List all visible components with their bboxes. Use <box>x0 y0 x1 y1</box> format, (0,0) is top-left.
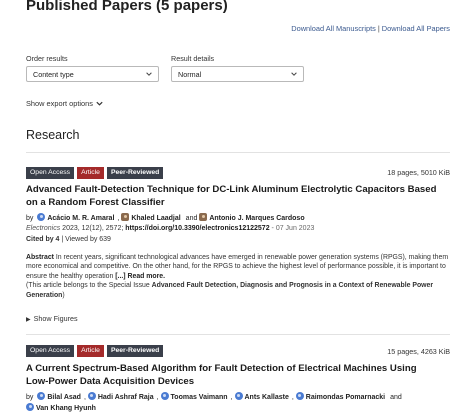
open-access-badge: Open Access <box>26 167 75 179</box>
cited-by-link[interactable]: Cited by 4 <box>26 236 59 243</box>
order-results-label: Order results <box>26 54 68 63</box>
author-profile-icon <box>234 392 243 400</box>
peer-reviewed-badge: Peer-Reviewed <box>106 167 164 179</box>
divider <box>26 152 450 153</box>
show-export-options-toggle[interactable]: Show export options <box>26 99 104 108</box>
author-link[interactable]: Bilal Asad <box>47 394 81 401</box>
chevron-down-icon <box>290 70 298 80</box>
author-photo-icon <box>121 213 130 221</box>
result-details-value: Normal <box>178 70 202 79</box>
read-more-link[interactable]: [...] Read more. <box>115 273 165 280</box>
order-results-select[interactable]: Content type <box>26 66 159 82</box>
paper-abstract: Abstract In recent years, significant te… <box>26 253 454 300</box>
special-issue-prefix: (This article belongs to the Special Iss… <box>26 282 152 290</box>
show-figures-toggle[interactable]: ▶ Show Figures <box>26 314 78 323</box>
special-issue-suffix: ) <box>62 291 65 299</box>
paper-citation-line: Cited by 4 | Viewed by 639 <box>26 236 111 243</box>
paper-title-line: Low-Power Data Acquisition Devices <box>26 375 195 387</box>
author-link[interactable]: Van Khang Hyunh <box>36 405 96 412</box>
paper-title-link[interactable]: Advanced Fault-Detection Technique for D… <box>26 184 452 210</box>
show-figures-label: Show Figures <box>33 314 78 323</box>
author-link[interactable]: Acácio M. R. Amaral <box>47 215 114 222</box>
author-link[interactable]: Antonio J. Marques Cardoso <box>209 215 304 222</box>
author-profile-icon <box>37 392 46 400</box>
abstract-label: Abstract <box>26 254 54 261</box>
open-access-badge: Open Access <box>26 345 75 357</box>
paper-title-line: A Current Spectrum-Based Algorithm for F… <box>26 363 417 374</box>
paper-badges: Open Access Article Peer-Reviewed <box>26 167 164 179</box>
divider <box>26 334 450 335</box>
paper-size-meta: 18 pages, 5010 KiB <box>387 168 450 177</box>
download-links: Download All Manuscripts | Download All Pa… <box>291 24 450 33</box>
author-link[interactable]: Ants Kallaste <box>245 394 289 401</box>
journal-name: Electronics <box>26 225 61 232</box>
viewed-count: | Viewed by 639 <box>59 236 111 243</box>
peer-reviewed-badge: Peer-Reviewed <box>106 345 164 357</box>
section-title-research: Research <box>26 128 80 142</box>
author-profile-icon <box>87 392 96 400</box>
published-papers-page: Published Papers (5 papers) Download All… <box>0 0 474 414</box>
chevron-down-icon <box>145 70 153 80</box>
order-results-value: Content type <box>33 70 74 79</box>
paper-title-line: on a Random Forest Classifier <box>26 196 165 208</box>
paper-authors: by Acácio M. R. Amaral, Khaled Laadjal a… <box>26 213 305 222</box>
author-link[interactable]: Hadi Ashraf Raja <box>98 394 154 401</box>
result-details-select[interactable]: Normal <box>171 66 304 82</box>
paper-badges: Open Access Article Peer-Reviewed <box>26 345 164 357</box>
show-export-options-label: Show export options <box>26 99 93 108</box>
paper-authors: by Bilal Asad, Hadi Ashraf Raja, Toomas … <box>26 392 402 412</box>
article-badge: Article <box>77 345 104 357</box>
result-details-label: Result details <box>171 54 215 63</box>
author-link[interactable]: Toomas Vaimann <box>171 394 228 401</box>
download-all-papers-link[interactable]: Download All Papers <box>382 24 450 33</box>
abstract-text: In recent years, significant technologic… <box>26 254 449 280</box>
doi-link[interactable]: https://doi.org/10.3390/electronics12122… <box>125 225 269 232</box>
author-photo-icon <box>199 213 208 221</box>
author-profile-icon <box>160 392 169 400</box>
paper-title-link[interactable]: A Current Spectrum-Based Algorithm for F… <box>26 363 452 389</box>
chevron-down-icon <box>95 99 104 108</box>
author-link[interactable]: Raimondas Pomarnacki <box>306 394 385 401</box>
paper-size-meta: 15 pages, 4263 KiB <box>387 347 450 356</box>
paper-title-line: Advanced Fault-Detection Technique for D… <box>26 184 437 195</box>
author-profile-icon <box>26 403 34 411</box>
by-label: by <box>26 215 34 222</box>
publish-date: - 07 Jun 2023 <box>269 225 315 232</box>
page-title: Published Papers (5 papers) <box>26 0 228 14</box>
journal-volume: 2023, 12(12), 2572; <box>60 225 124 232</box>
author-profile-icon <box>37 213 46 221</box>
article-badge: Article <box>77 167 104 179</box>
paper-journal-line: Electronics 2023, 12(12), 2572; https://… <box>26 225 314 232</box>
authors-and: and <box>390 394 402 401</box>
triangle-right-icon: ▶ <box>26 317 31 323</box>
download-all-manuscripts-link[interactable]: Download All Manuscripts <box>291 24 376 33</box>
author-link[interactable]: Khaled Laadjal <box>131 215 180 222</box>
author-profile-icon <box>295 392 304 400</box>
by-label: by <box>26 394 34 401</box>
authors-and: and <box>185 215 198 222</box>
